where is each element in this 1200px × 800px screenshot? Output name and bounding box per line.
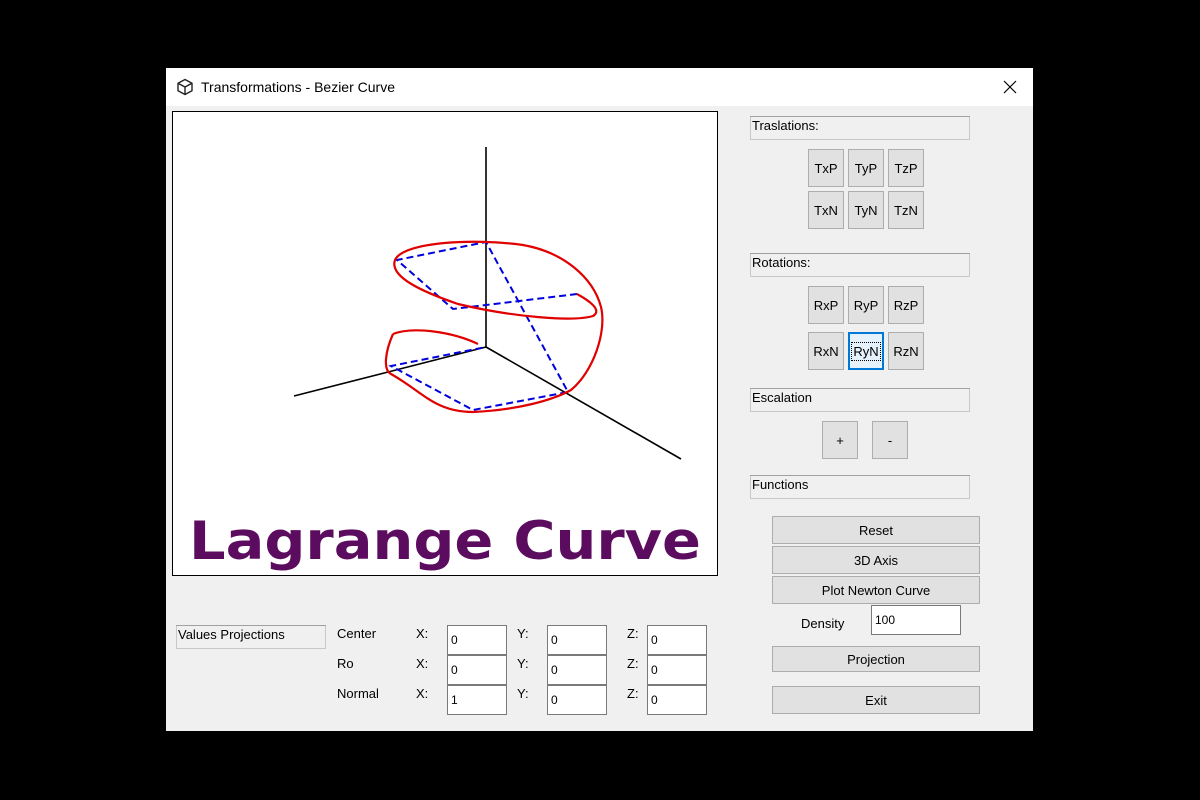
app-window: Transformations - Bezier Curve Lagrange …: [166, 68, 1033, 731]
projection-button[interactable]: Projection: [772, 646, 980, 672]
ryp-button[interactable]: RyP: [848, 286, 884, 324]
normal-label: Normal: [337, 686, 379, 701]
translations-group: Traslations:: [750, 116, 970, 140]
cube-icon: [177, 78, 193, 96]
3d-axes: [293, 147, 682, 460]
density-input[interactable]: [871, 605, 961, 635]
translations-label: Traslations:: [752, 118, 819, 133]
normal-y-input[interactable]: [547, 685, 607, 715]
x-axis: [293, 346, 487, 397]
y-axis: [485, 346, 682, 460]
values-projections-group: Values Projections: [176, 625, 326, 649]
functions-label: Functions: [752, 477, 809, 492]
reset-button[interactable]: Reset: [772, 516, 980, 544]
title-bar: Transformations - Bezier Curve: [166, 68, 1033, 106]
center-z-input[interactable]: [647, 625, 707, 655]
scale-up-button[interactable]: +: [822, 421, 858, 459]
values-projections-label: Values Projections: [178, 627, 285, 642]
center-z-label: Z:: [627, 626, 639, 641]
3d-axis-button[interactable]: 3D Axis: [772, 546, 980, 574]
rotations-group: Rotations:: [750, 253, 970, 277]
rxn-button[interactable]: RxN: [808, 332, 844, 370]
normal-y-label: Y:: [517, 686, 529, 701]
ryn-button-label: RyN: [851, 341, 881, 361]
center-y-input[interactable]: [547, 625, 607, 655]
rotations-label: Rotations:: [752, 255, 811, 270]
tyn-button[interactable]: TyN: [848, 191, 884, 229]
normal-z-label: Z:: [627, 686, 639, 701]
center-y-label: Y:: [517, 626, 529, 641]
control-polygon: [388, 240, 578, 412]
drawing-canvas[interactable]: Lagrange Curve: [172, 111, 718, 576]
exit-button[interactable]: Exit: [772, 686, 980, 714]
ryn-button[interactable]: RyN: [848, 332, 884, 370]
normal-x-input[interactable]: [447, 685, 507, 715]
ro-label: Ro: [337, 656, 354, 671]
tzp-button[interactable]: TzP: [888, 149, 924, 187]
center-label: Center: [337, 626, 377, 641]
scale-down-button[interactable]: -: [872, 421, 908, 459]
ro-x-label: X:: [416, 656, 429, 671]
close-icon: [1003, 80, 1017, 94]
rxp-button[interactable]: RxP: [808, 286, 844, 324]
typ-button[interactable]: TyP: [848, 149, 884, 187]
txp-button[interactable]: TxP: [808, 149, 844, 187]
ro-x-input[interactable]: [447, 655, 507, 685]
plot-newton-curve-button[interactable]: Plot Newton Curve: [772, 576, 980, 604]
normal-z-input[interactable]: [647, 685, 707, 715]
curve-plot: Lagrange Curve: [189, 147, 701, 572]
functions-group: Functions: [750, 475, 970, 499]
escalation-group: Escalation: [750, 388, 970, 412]
rzn-button[interactable]: RzN: [888, 332, 924, 370]
center-x-label: X:: [416, 626, 429, 641]
lagrange-curve: [384, 240, 604, 414]
ro-y-label: Y:: [517, 656, 529, 671]
density-label: Density: [801, 616, 845, 631]
ro-z-input[interactable]: [647, 655, 707, 685]
escalation-label: Escalation: [752, 390, 812, 405]
canvas-banner: Lagrange Curve: [189, 511, 701, 572]
window-title: Transformations - Bezier Curve: [201, 79, 395, 95]
ro-z-label: Z:: [627, 656, 639, 671]
rzp-button[interactable]: RzP: [888, 286, 924, 324]
normal-x-label: X:: [416, 686, 429, 701]
center-x-input[interactable]: [447, 625, 507, 655]
close-button[interactable]: [987, 68, 1033, 106]
tzn-button[interactable]: TzN: [888, 191, 924, 229]
txn-button[interactable]: TxN: [808, 191, 844, 229]
ro-y-input[interactable]: [547, 655, 607, 685]
